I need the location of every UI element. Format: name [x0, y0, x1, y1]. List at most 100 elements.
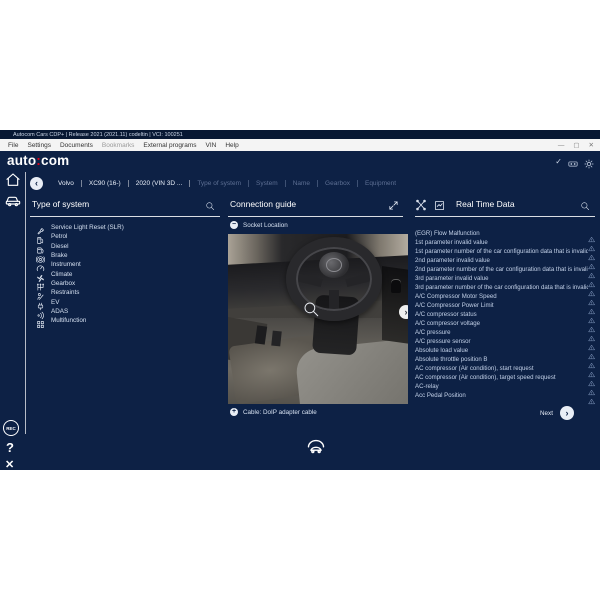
- type-of-system-label: EV: [51, 299, 59, 306]
- left-rail: REC ? ✕: [0, 168, 26, 468]
- breadcrumb-active: VolvoXC90 (16-)2020 (VIN 3D ...: [51, 180, 190, 187]
- type-of-system-item[interactable]: ADAS: [36, 307, 220, 316]
- type-of-system-item[interactable]: Diesel: [36, 242, 220, 251]
- vci-device-icon[interactable]: [568, 156, 578, 166]
- parameter-label: 1st parameter invalid value: [415, 239, 488, 246]
- real-time-data-item[interactable]: 1st parameter invalid value: [415, 238, 595, 247]
- wrench-icon: [36, 223, 45, 232]
- vehicle-diagnostics-icon[interactable]: [5, 192, 21, 208]
- graph-icon[interactable]: [434, 198, 445, 209]
- collapse-icon[interactable]: −: [230, 221, 238, 229]
- tools-icon[interactable]: [415, 198, 427, 210]
- menu-bar: File Settings Documents Bookmarks External p…: [0, 139, 600, 151]
- real-time-data-item[interactable]: 3rd parameter invalid value: [415, 274, 595, 283]
- type-of-system-item[interactable]: Restraints: [36, 288, 220, 297]
- photo-next-button[interactable]: ›: [399, 305, 408, 319]
- real-time-data-item[interactable]: 3rd parameter number of the car configur…: [415, 283, 595, 292]
- vehicle-connect-icon: [306, 436, 326, 456]
- warning-icon: [588, 338, 595, 345]
- menu-item[interactable]: File: [8, 142, 18, 149]
- real-time-data-item[interactable]: 2nd parameter invalid value: [415, 256, 595, 265]
- type-of-system-label: Petrol: [51, 233, 67, 240]
- breadcrumb-item[interactable]: XC90 (16-): [82, 180, 129, 187]
- breadcrumb-item[interactable]: 2020 (VIN 3D ...: [129, 180, 191, 187]
- type-of-system-item[interactable]: Gearbox: [36, 279, 220, 288]
- type-of-system-item[interactable]: Brake: [36, 251, 220, 260]
- menu-item[interactable]: Settings: [27, 142, 51, 149]
- home-icon[interactable]: [5, 172, 21, 188]
- type-of-system-item[interactable]: Multifunction: [36, 316, 220, 325]
- close-window-button[interactable]: ✕: [589, 141, 594, 149]
- maximize-button[interactable]: ▢: [573, 141, 579, 149]
- breadcrumb: ‹ VolvoXC90 (16-)2020 (VIN 3D ... Type o…: [30, 172, 595, 194]
- type-of-system-item[interactable]: Service Light Reset (SLR): [36, 223, 220, 232]
- parameter-label: Absolute throttle position B: [415, 356, 488, 363]
- breadcrumb-item-disabled: Gearbox: [318, 180, 358, 187]
- real-time-data-item[interactable]: A/C pressure sensor: [415, 337, 595, 346]
- warning-icon: [588, 383, 595, 390]
- breadcrumb-item-disabled: System: [249, 180, 286, 187]
- type-of-system-item[interactable]: Instrument: [36, 260, 220, 269]
- type-of-system-item[interactable]: EV: [36, 297, 220, 306]
- warning-icon: [588, 257, 595, 264]
- cable-section[interactable]: + Cable: DoIP adapter cable: [230, 408, 317, 416]
- parameter-label: 2nd parameter invalid value: [415, 257, 490, 264]
- photo-gear-shifter: [391, 280, 401, 293]
- record-button[interactable]: REC: [3, 420, 19, 436]
- real-time-data-item[interactable]: A/C pressure: [415, 328, 595, 337]
- real-time-data-list: (EGR) Flow Malfunction 1st parameter inv…: [415, 229, 595, 400]
- real-time-data-item[interactable]: A/C Compressor Motor Speed: [415, 292, 595, 301]
- back-button[interactable]: ‹: [30, 177, 43, 190]
- logo-bar: auto:com ✓: [0, 151, 600, 172]
- window-titlebar: Autocom Cars CDP+ | Release 2021 (2021.1…: [0, 130, 600, 139]
- next-button[interactable]: ›: [560, 406, 574, 420]
- expand-icon[interactable]: [388, 198, 399, 209]
- next-control: Next ›: [540, 406, 574, 420]
- ev-icon: [36, 298, 45, 307]
- search-icon[interactable]: [580, 198, 590, 208]
- warning-icon: [588, 230, 595, 237]
- real-time-data-item[interactable]: Absolute load value: [415, 346, 595, 355]
- real-time-data-item[interactable]: A/C Compressor Power Limit: [415, 301, 595, 310]
- menu-item[interactable]: VIN: [205, 142, 216, 149]
- real-time-data-item[interactable]: A/C compressor status: [415, 310, 595, 319]
- magnifier-icon[interactable]: [302, 300, 320, 318]
- parameter-label: A/C Compressor Power Limit: [415, 302, 494, 309]
- search-icon[interactable]: [205, 198, 215, 208]
- parameter-label: A/C compressor status: [415, 311, 477, 318]
- real-time-data-item[interactable]: Absolute throttle position B: [415, 355, 595, 364]
- real-time-data-item[interactable]: AC compressor (Air condition), target sp…: [415, 373, 595, 382]
- exit-button[interactable]: ✕: [5, 458, 14, 471]
- type-of-system-item[interactable]: Climate: [36, 269, 220, 278]
- petrol-icon: [36, 232, 45, 241]
- real-time-data-item[interactable]: AC compressor (Air condition), start req…: [415, 364, 595, 373]
- type-of-system-label: Diesel: [51, 243, 69, 250]
- rail-divider: [25, 172, 26, 434]
- parameter-label: 3rd parameter number of the car configur…: [415, 284, 588, 291]
- warning-icon: [588, 320, 595, 327]
- expand-plus-icon[interactable]: +: [230, 408, 238, 416]
- menu-item[interactable]: Help: [225, 142, 238, 149]
- real-time-data-item[interactable]: 2nd parameter number of the car configur…: [415, 265, 595, 274]
- menu-item[interactable]: External programs: [143, 142, 196, 149]
- socket-location-section[interactable]: − Socket Location: [230, 221, 288, 229]
- menu-item[interactable]: Documents: [60, 142, 93, 149]
- warning-icon: [588, 293, 595, 300]
- multifunction-icon: [36, 316, 45, 325]
- help-button[interactable]: ?: [6, 440, 14, 455]
- settings-gear-icon[interactable]: [584, 156, 594, 166]
- parameter-label: Absolute load value: [415, 347, 468, 354]
- real-time-data-item[interactable]: AC-relay: [415, 382, 595, 391]
- type-of-system-item[interactable]: Petrol: [36, 232, 220, 241]
- real-time-data-item[interactable]: A/C compressor voltage: [415, 319, 595, 328]
- warning-icon: [588, 374, 595, 381]
- type-of-system-label: Instrument: [51, 261, 81, 268]
- parameter-label: 3rd parameter invalid value: [415, 275, 489, 282]
- breadcrumb-item[interactable]: Volvo: [51, 180, 82, 187]
- real-time-data-item[interactable]: Acc Pedal Position: [415, 391, 595, 400]
- menu-item[interactable]: Bookmarks: [102, 142, 135, 149]
- parameter-label: AC compressor (Air condition), target sp…: [415, 374, 556, 381]
- minimize-button[interactable]: —: [558, 142, 565, 149]
- real-time-data-item[interactable]: 1st parameter number of the car configur…: [415, 247, 595, 256]
- real-time-data-item[interactable]: (EGR) Flow Malfunction: [415, 229, 595, 238]
